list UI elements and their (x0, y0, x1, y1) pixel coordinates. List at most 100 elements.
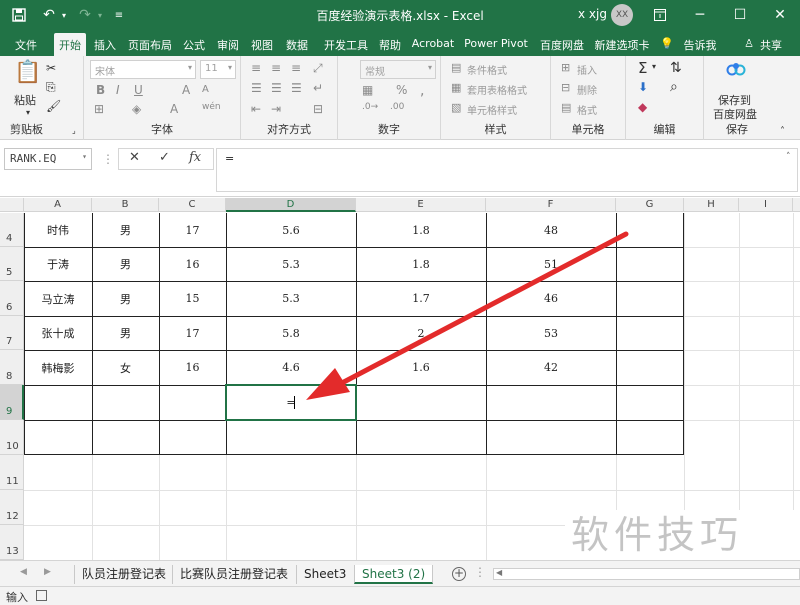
cell-b6[interactable]: 男 (92, 281, 159, 316)
cell-a6[interactable]: 马立涛 (24, 281, 92, 316)
ribbon-display-options-icon[interactable] (640, 0, 680, 30)
align-top-icon[interactable]: ≡ (251, 61, 261, 75)
column-header-c[interactable]: C (159, 198, 226, 212)
align-right-icon[interactable]: ☰ (291, 81, 302, 95)
sheet-next-icon[interactable]: ▶ (44, 567, 51, 577)
sheet-tab-3[interactable]: Sheet3 (296, 565, 353, 584)
customize-toolbar-icon[interactable]: ≡ (112, 0, 126, 30)
cell-c5[interactable]: 16 (159, 247, 226, 281)
cell-b4[interactable]: 男 (92, 213, 159, 247)
align-bottom-icon[interactable]: ≡ (291, 61, 301, 75)
merge-center-icon[interactable]: ⊟ (313, 102, 323, 116)
cell-e6[interactable]: 1.7 (356, 281, 486, 316)
minimize-icon[interactable]: ─ (680, 0, 720, 30)
increase-decimal-icon[interactable]: .0→ (362, 102, 378, 112)
underline-icon[interactable]: U (134, 83, 143, 97)
row-header-7[interactable]: 7 (0, 316, 24, 350)
insert-cells-button[interactable]: 插入 (577, 62, 597, 77)
add-sheet-icon[interactable]: + (452, 567, 466, 581)
cut-icon[interactable]: ✂ (46, 61, 56, 75)
align-left-icon[interactable]: ☰ (251, 81, 262, 95)
undo-dropdown-icon[interactable]: ▾ (58, 0, 70, 30)
clear-icon[interactable]: ◆ (638, 100, 647, 114)
cell-d4[interactable]: 5.6 (226, 213, 356, 247)
cell-f7[interactable]: 53 (486, 316, 616, 350)
cell-e5[interactable]: 1.8 (356, 247, 486, 281)
row-header-9[interactable]: 9 (0, 385, 24, 420)
format-cells-button[interactable]: 格式 (577, 102, 597, 117)
align-center-icon[interactable]: ☰ (271, 81, 282, 95)
tab-home[interactable]: 开始 (54, 33, 86, 56)
cell-f8[interactable]: 42 (486, 350, 616, 385)
decrease-indent-icon[interactable]: ⇤ (251, 102, 261, 116)
conditional-format-button[interactable]: 条件格式 (467, 62, 507, 77)
fill-icon[interactable]: ⬇ (638, 80, 648, 94)
cell-f4[interactable]: 48 (486, 213, 616, 247)
decrease-decimal-icon[interactable]: .00 (390, 102, 404, 112)
column-header-h[interactable]: H (684, 198, 739, 212)
row-header-10[interactable]: 10 (0, 420, 24, 455)
enter-icon[interactable]: ✓ (159, 150, 170, 165)
formula-input[interactable]: = (216, 148, 798, 192)
tab-new-tab[interactable]: 新建选项卡 (592, 33, 652, 56)
tab-developer[interactable]: 开发工具 (318, 33, 374, 56)
horizontal-scrollbar[interactable]: ◀ (493, 568, 800, 580)
column-header-g[interactable]: G (616, 198, 684, 212)
select-all-corner[interactable] (0, 198, 24, 212)
person-icon[interactable]: ♙ (742, 33, 756, 56)
tab-power-pivot[interactable]: Power Pivot (462, 33, 530, 56)
scroll-left-icon[interactable]: ◀ (496, 568, 502, 577)
row-header-13[interactable]: 13 (0, 525, 24, 560)
tell-me-search[interactable]: 告诉我 (682, 33, 718, 56)
name-box[interactable]: RANK.EQ ▾ (4, 148, 92, 170)
cell-e4[interactable]: 1.8 (356, 213, 486, 247)
increase-indent-icon[interactable]: ⇥ (271, 102, 281, 116)
cell-a7[interactable]: 张十成 (24, 316, 92, 350)
redo-dropdown-icon[interactable]: ▾ (94, 0, 106, 30)
redo-icon[interactable]: ↷ (74, 0, 96, 30)
tab-formulas[interactable]: 公式 (180, 33, 208, 56)
paste-label[interactable]: 粘贴 (14, 92, 36, 108)
number-format-combo[interactable]: 常规 ▾ (360, 60, 436, 79)
cell-b8[interactable]: 女 (92, 350, 159, 385)
cell-f5[interactable]: 51 (486, 247, 616, 281)
paste-dropdown-icon[interactable]: ▾ (26, 108, 30, 117)
tab-file[interactable]: 文件 (8, 33, 44, 56)
font-size-combo[interactable]: 11 ▾ (200, 60, 236, 79)
clipboard-launcher-icon[interactable]: ⌟ (72, 126, 76, 135)
cell-c4[interactable]: 17 (159, 213, 226, 247)
autosum-icon[interactable]: Σ (638, 59, 647, 77)
sheet-prev-icon[interactable]: ◀ (20, 567, 27, 577)
formula-bar-splitter[interactable]: ⋮ (102, 152, 114, 166)
column-header-f[interactable]: F (486, 198, 616, 212)
tab-splitter-icon[interactable]: ⋮ (474, 565, 486, 579)
row-header-11[interactable]: 11 (0, 455, 24, 490)
italic-icon[interactable]: I (116, 83, 120, 97)
format-painter-icon[interactable]: 🖌 (46, 99, 61, 113)
cell-c6[interactable]: 15 (159, 281, 226, 316)
cell-d8[interactable]: 4.6 (226, 350, 356, 385)
find-select-icon[interactable]: ⌕ (670, 79, 678, 95)
column-header-b[interactable]: B (92, 198, 159, 212)
row-header-5[interactable]: 5 (0, 247, 24, 281)
align-middle-icon[interactable]: ≡ (271, 61, 281, 75)
cell-b5[interactable]: 男 (92, 247, 159, 281)
borders-icon[interactable]: ⊞ (94, 102, 104, 116)
font-color-icon[interactable]: A (170, 102, 178, 116)
cell-a8[interactable]: 韩梅影 (24, 350, 92, 385)
column-header-d[interactable]: D (226, 198, 356, 212)
delete-cells-button[interactable]: 删除 (577, 82, 597, 97)
bold-icon[interactable]: B (96, 83, 105, 97)
share-button[interactable]: 共享 (758, 33, 784, 56)
collapse-formula-bar-icon[interactable]: ˄ (786, 152, 791, 162)
tab-insert[interactable]: 插入 (90, 33, 120, 56)
avatar[interactable]: XX (611, 4, 633, 26)
cell-a5[interactable]: 于涛 (24, 247, 92, 281)
tab-baidu-netdisk[interactable]: 百度网盘 (536, 33, 588, 56)
orientation-icon[interactable]: ⤢ (313, 61, 323, 76)
baidu-netdisk-icon[interactable] (726, 62, 746, 79)
cell-d7[interactable]: 5.8 (226, 316, 356, 350)
fill-color-icon[interactable]: ◈ (132, 102, 141, 116)
save-icon[interactable] (8, 0, 30, 30)
sheet-tab-1[interactable]: 队员注册登记表 (74, 565, 173, 584)
